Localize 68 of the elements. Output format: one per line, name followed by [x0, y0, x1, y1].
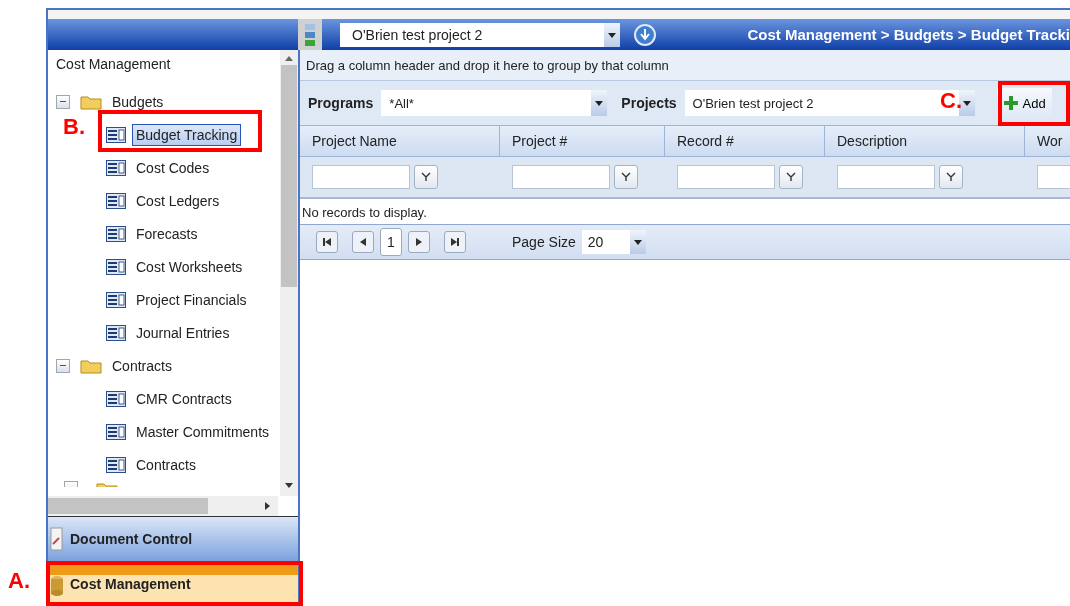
column-header[interactable]: Project # [512, 133, 568, 149]
module-icon [50, 526, 64, 552]
filter-icon[interactable] [939, 165, 963, 189]
page-size-dropdown[interactable]: 20 [581, 230, 646, 254]
collapse-icon[interactable] [56, 94, 70, 109]
form-icon [106, 258, 126, 275]
tree-item[interactable]: Budget Tracking [132, 123, 242, 146]
tree-item[interactable]: Contracts [132, 453, 200, 476]
page-number[interactable]: 1 [380, 228, 402, 256]
folder-icon [80, 93, 102, 110]
vertical-scrollbar[interactable] [280, 50, 298, 496]
form-icon [106, 126, 126, 143]
last-page-icon[interactable] [444, 231, 466, 253]
form-icon [106, 324, 126, 341]
next-page-icon[interactable] [408, 231, 430, 253]
tree-item[interactable]: CMR Contracts [132, 387, 236, 410]
form-icon [106, 456, 126, 473]
filter-field[interactable] [837, 165, 935, 189]
filter-field[interactable] [312, 165, 410, 189]
tree-item[interactable]: Forecasts [132, 222, 202, 245]
callout-label: B. [63, 114, 85, 140]
form-icon [106, 192, 126, 209]
column-header[interactable]: Project Name [312, 133, 397, 149]
project-dropdown[interactable]: O'Brien test project 2 [340, 23, 620, 47]
scroll-right-icon[interactable] [265, 502, 270, 510]
previous-page-icon[interactable] [352, 231, 374, 253]
column-header[interactable]: Wor [1037, 133, 1063, 149]
form-icon [106, 225, 126, 242]
collapse-icon[interactable] [56, 358, 70, 373]
tree-item[interactable]: Cost Ledgers [132, 189, 224, 212]
tree-item[interactable]: Journal Entries [132, 321, 234, 344]
sidebar-title: Cost Management [56, 56, 172, 72]
column-header[interactable]: Record # [677, 133, 734, 149]
module-tab[interactable]: Document Control [48, 516, 298, 561]
callout-label: A. [8, 568, 30, 594]
tree-folder[interactable]: Contracts [108, 354, 176, 377]
form-icon [106, 390, 126, 407]
form-icon [106, 291, 126, 308]
programs-label: Programs [308, 95, 374, 111]
first-page-icon[interactable] [316, 231, 338, 253]
scroll-up-icon[interactable] [285, 56, 293, 61]
form-icon [106, 423, 126, 440]
highlight-frame [998, 81, 1070, 126]
download-icon[interactable] [634, 24, 656, 46]
tree-item[interactable]: Master Commitments [132, 420, 274, 443]
plus-icon [1002, 95, 1019, 111]
page-size-label: Page Size [512, 234, 576, 250]
form-icon [106, 159, 126, 176]
projects-label: Projects [621, 95, 677, 111]
callout-label: C. [940, 88, 962, 114]
tree-item[interactable]: Cost Worksheets [132, 255, 247, 278]
empty-message: No records to display. [301, 204, 428, 222]
tree-item[interactable]: Cost Codes [132, 156, 214, 179]
folder-icon [80, 357, 102, 374]
breadcrumb: Cost Management > Budgets > Budget Tracki [746, 26, 1070, 43]
scroll-down-icon[interactable] [285, 483, 293, 488]
filter-icon[interactable] [414, 165, 438, 189]
column-header[interactable]: Description [837, 133, 908, 149]
tree-folder[interactable]: Budgets [108, 90, 168, 113]
filter-field[interactable] [677, 165, 775, 189]
group-by-hint: Drag a column header and drop it here to group by that column [306, 57, 669, 73]
filter-icon[interactable] [779, 165, 803, 189]
filter-icon[interactable] [614, 165, 638, 189]
stack-icon [305, 22, 315, 47]
programs-dropdown[interactable]: *All* [381, 90, 608, 116]
filter-field[interactable] [512, 165, 610, 189]
horizontal-scrollbar[interactable] [48, 496, 278, 516]
tree-item[interactable]: Project Financials [132, 288, 251, 311]
